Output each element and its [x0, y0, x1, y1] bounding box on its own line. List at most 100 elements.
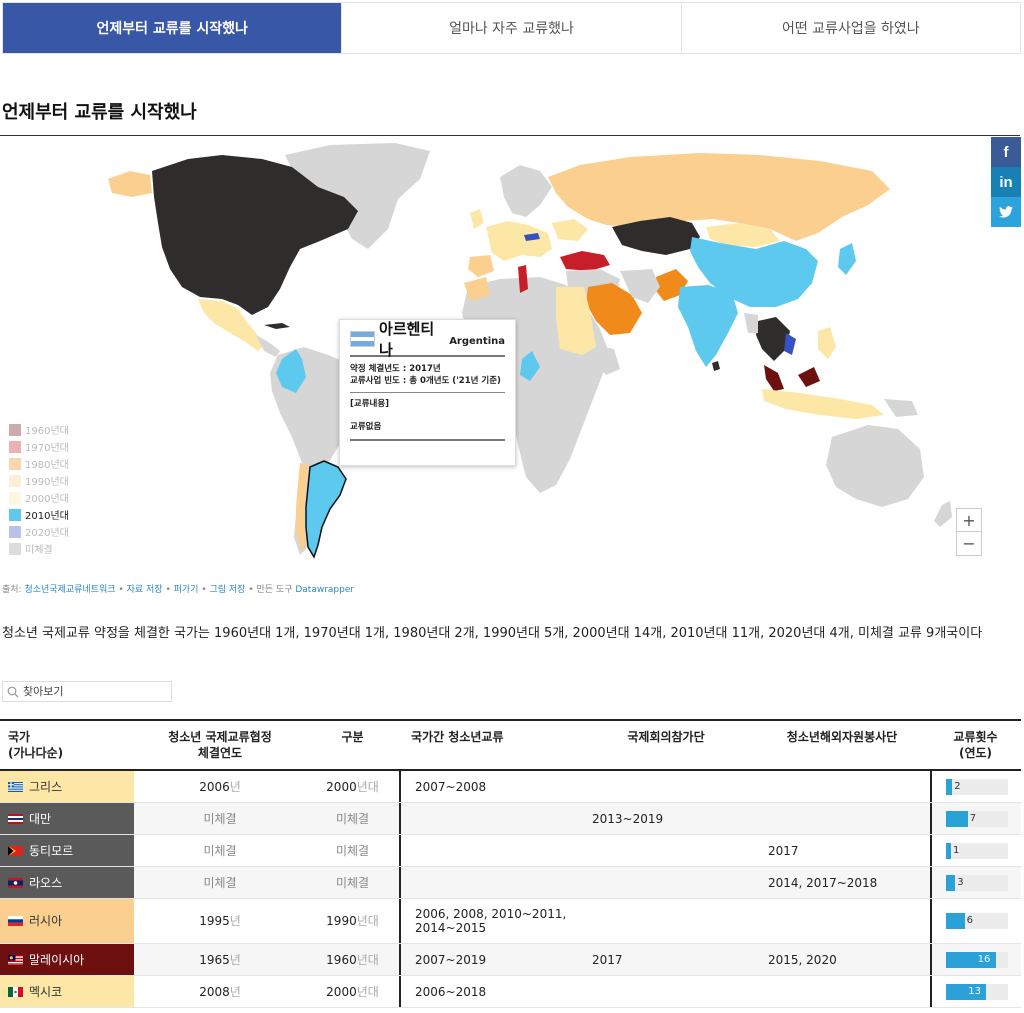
search-input[interactable] [23, 685, 163, 698]
agreement-year-cell: 1965 년 [134, 944, 306, 975]
header-count[interactable]: 교류횟수 (연도) [930, 721, 1021, 769]
header-category[interactable]: 구분 [306, 721, 399, 769]
map-region-australia[interactable] [826, 425, 924, 507]
map-region-india[interactable] [678, 285, 738, 367]
map-region-indochina[interactable] [756, 317, 790, 361]
tooltip-divider [350, 439, 505, 441]
table-row[interactable]: 그리스 2006 년 2000 년대 2007~2008 2 [0, 771, 1021, 803]
volunteer-cell [754, 899, 930, 943]
volunteer-cell [754, 976, 930, 1007]
embed-link[interactable]: 퍼가기 [174, 585, 199, 595]
tab-when-started[interactable]: 언제부터 교류를 시작했나 [3, 3, 342, 53]
conference-cell: 2017 [578, 944, 754, 975]
legend-item-1980[interactable]: 1980년대 [9, 455, 69, 472]
tooltip-divider [350, 392, 505, 393]
bilateral-years: 2006~2018 [415, 984, 487, 999]
map-region-argentina[interactable] [305, 460, 347, 559]
country-cell: 러시아 [0, 899, 134, 943]
tooltip-country-name: 아르헨티나 [379, 320, 435, 359]
country-name: 동티모르 [29, 843, 74, 858]
table-row[interactable]: 멕시코 2008 년 2000 년대 2006~2018 13 [0, 976, 1021, 1008]
volunteer-cell: 2014, 2017~2018 [754, 867, 930, 898]
map-region-ukraine[interactable] [552, 219, 588, 241]
table-row[interactable]: 말레이시아 1965 년 1960 년대 2007~2019 2017 2015, … [0, 944, 1021, 976]
linkedin-share-button[interactable]: in [991, 167, 1021, 197]
count-bar-fill [946, 810, 968, 827]
year-unit: 년 [229, 779, 241, 794]
map-region-indonesia[interactable] [762, 389, 884, 419]
datawrapper-link[interactable]: Datawrapper [295, 585, 354, 595]
table-row[interactable]: 러시아 1995 년 1990 년대 2006, 2008, 2010~2011, … [0, 899, 1021, 944]
map-region-new-zealand[interactable] [934, 501, 952, 527]
legend-swatch [9, 491, 21, 504]
source-link[interactable]: 청소년국제교류네트워크 [24, 585, 115, 595]
agreement-year: 미체결 [203, 843, 237, 858]
header-volunteer[interactable]: 청소년해외자원봉사단 [754, 721, 930, 769]
legend-swatch [9, 440, 21, 453]
bilateral-years: 2007~2008 [415, 779, 487, 794]
map-region-sri-lanka[interactable] [712, 361, 720, 371]
exchange-table: 국가 (가나다순) 청소년 국제교류협정 체결연도 구분 국가간 청소년교류 국제회… [0, 719, 1021, 1008]
tooltip-agreement-year: 약정 체결년도 : 2017년 [350, 364, 441, 374]
count-label: 13 [968, 985, 982, 997]
bilateral-cell: 2006, 2008, 2010~2011, 2014~2015 [399, 899, 578, 943]
map-region-western-europe[interactable] [486, 221, 552, 261]
map-region-iberia[interactable] [468, 255, 494, 277]
header-label: 구분 [341, 730, 364, 744]
volunteer-cell: 2015, 2020 [754, 944, 930, 975]
zoom-in-button[interactable]: + [956, 508, 982, 532]
table-search [2, 681, 172, 702]
legend-item-1970[interactable]: 1970년대 [9, 438, 69, 455]
map-region-scandinavia[interactable] [500, 165, 552, 217]
conference-cell: 2013~2019 [578, 803, 754, 834]
save-image-link[interactable]: 그림 저장 [209, 585, 245, 595]
count-bar-fill [946, 778, 953, 795]
map-region-turkey[interactable] [560, 251, 610, 271]
map-region-alaska[interactable] [108, 171, 152, 197]
map-region-thailand[interactable] [744, 313, 758, 333]
legend-swatch [9, 423, 21, 436]
category: 미체결 [335, 843, 370, 858]
agreement-year-cell: 1995 년 [134, 899, 306, 943]
volunteer-cell [754, 771, 930, 802]
category-cell: 2000 년대 [306, 976, 399, 1007]
header-agreement-year[interactable]: 청소년 국제교류협정 체결연도 [134, 721, 306, 769]
header-conference[interactable]: 국제회의참가단 [578, 721, 754, 769]
country-name: 말레이시아 [29, 952, 85, 967]
map-region-uk[interactable] [470, 209, 484, 229]
count-label: 16 [977, 953, 991, 965]
map-region-japan[interactable] [838, 243, 856, 275]
zoom-out-button[interactable]: − [956, 532, 982, 556]
legend-item-none[interactable]: 미체결 [9, 540, 69, 557]
tab-bar: 언제부터 교류를 시작했나 얼마나 자주 교류했나 어떤 교류사업을 하였나 [2, 2, 1021, 54]
tab-how-often[interactable]: 얼마나 자주 교류했나 [341, 3, 681, 53]
legend-item-2010[interactable]: 2010년대 [9, 506, 69, 523]
map-region-png[interactable] [884, 399, 918, 417]
header-country[interactable]: 국가 (가나다순) [0, 721, 134, 769]
legend-item-1990[interactable]: 1990년대 [9, 472, 69, 489]
legend-item-2000[interactable]: 2000년대 [9, 489, 69, 506]
map-region-vietnam[interactable] [784, 333, 796, 355]
table-row[interactable]: 동티모르 미체결 미체결 2017 1 [0, 835, 1021, 867]
legend-label: 2010년대 [25, 511, 69, 522]
twitter-share-button[interactable] [991, 197, 1021, 227]
legend-item-1960[interactable]: 1960년대 [9, 421, 69, 438]
country-name: 대만 [29, 811, 52, 826]
greece-flag-icon [8, 781, 23, 792]
map-region-malaysia[interactable] [764, 365, 820, 391]
table-row[interactable]: 대만 미체결 미체결 2013~2019 7 [0, 803, 1021, 835]
header-label: 교류횟수 [953, 730, 998, 744]
legend-label: 미체결 [25, 545, 53, 556]
header-label: 청소년 국제교류협정 [168, 730, 272, 744]
map-region-cuba[interactable] [264, 323, 290, 329]
volunteer-years: 2017 [768, 843, 799, 858]
count-bar-track: 16 [946, 951, 1008, 968]
map-region-philippines[interactable] [818, 327, 836, 359]
table-row[interactable]: 라오스 미체결 미체결 2014, 2017~2018 3 [0, 867, 1021, 899]
volunteer-cell [754, 803, 930, 834]
facebook-share-button[interactable]: f [991, 137, 1021, 167]
save-data-link[interactable]: 자료 저장 [127, 585, 163, 595]
header-bilateral[interactable]: 국가간 청소년교류 [399, 721, 578, 769]
legend-item-2020[interactable]: 2020년대 [9, 523, 69, 540]
tab-what-projects[interactable]: 어떤 교류사업을 하였나 [680, 3, 1020, 53]
